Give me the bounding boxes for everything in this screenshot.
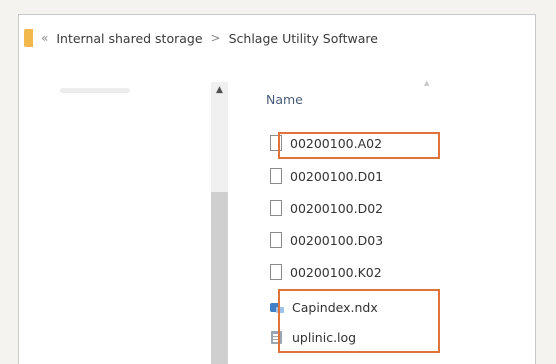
- folder-icon: [24, 29, 33, 47]
- highlight-box-a02: [278, 132, 440, 159]
- file-icon: [270, 232, 282, 248]
- breadcrumb-root[interactable]: Internal shared storage: [56, 31, 202, 46]
- nav-scrollbar[interactable]: ▲: [211, 82, 228, 364]
- scroll-up-icon[interactable]: ▲: [211, 84, 228, 96]
- file-icon: [270, 200, 282, 216]
- file-name: 00200100.D01: [290, 168, 384, 184]
- file-name: 00200100.K02: [290, 264, 382, 280]
- file-row-00200100-K02[interactable]: 00200100.K02: [270, 260, 382, 284]
- file-row-00200100-D02[interactable]: 00200100.D02: [270, 196, 383, 220]
- sort-indicator-icon: ▲: [424, 79, 430, 87]
- back-icon[interactable]: «: [41, 31, 48, 45]
- scrollbar-thumb[interactable]: [211, 192, 228, 364]
- highlight-box-ndx-log: [278, 289, 440, 353]
- file-row-00200100-D01[interactable]: 00200100.D01: [270, 164, 383, 188]
- name-column-header[interactable]: Name: [266, 92, 303, 107]
- chevron-right-icon: >: [210, 31, 221, 45]
- breadcrumb: « Internal shared storage > Schlage Util…: [24, 24, 536, 52]
- breadcrumb-folder[interactable]: Schlage Utility Software: [229, 31, 378, 46]
- file-name: 00200100.D03: [290, 232, 384, 248]
- file-name: 00200100.D02: [290, 200, 384, 216]
- file-row-00200100-D03[interactable]: 00200100.D03: [270, 228, 383, 252]
- navigation-item-placeholder: [60, 88, 130, 93]
- file-icon: [270, 168, 282, 184]
- file-icon: [270, 264, 282, 280]
